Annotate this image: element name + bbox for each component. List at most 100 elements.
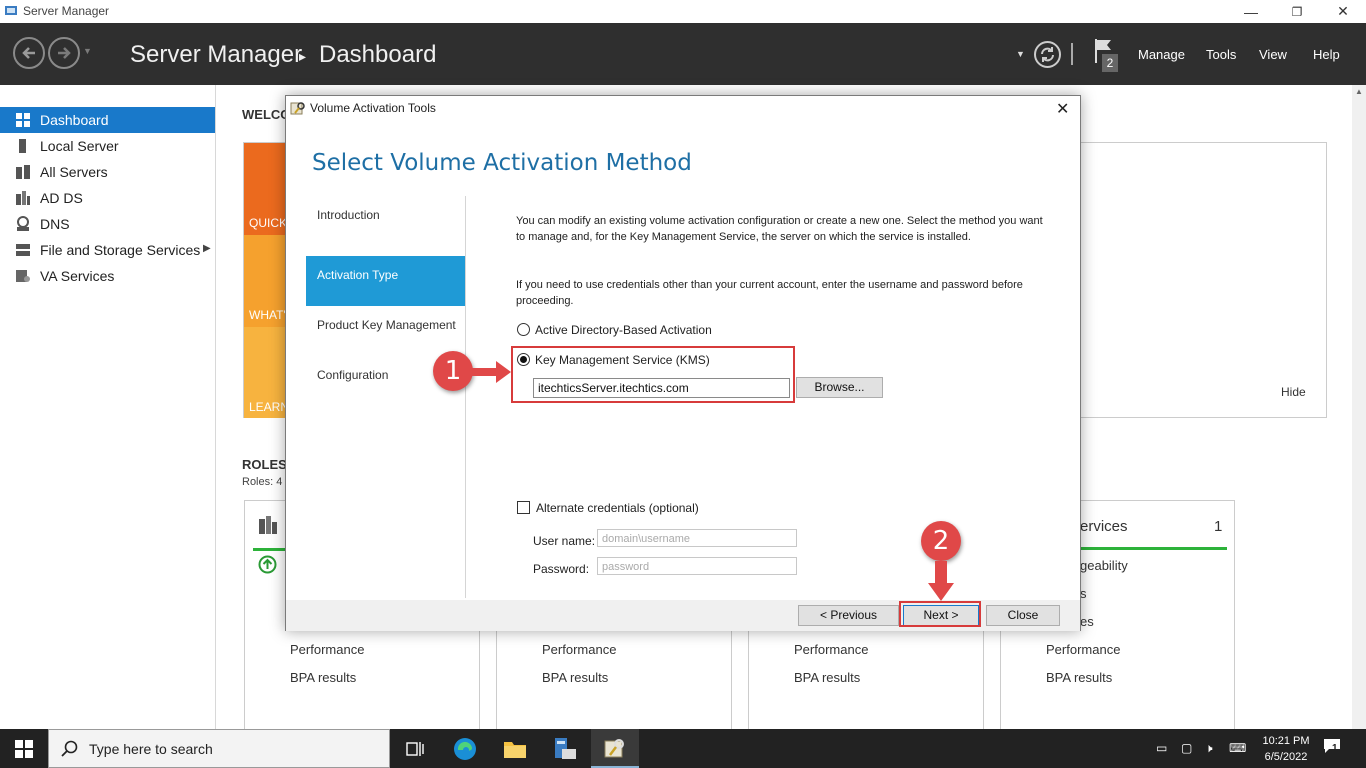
card-manageability[interactable]: geability	[1080, 558, 1128, 573]
roles-subtitle: Roles: 4	[242, 476, 283, 488]
va-icon	[16, 270, 30, 282]
history-dropdown-icon[interactable]: ▼	[83, 46, 92, 56]
browse-button[interactable]: Browse...	[796, 377, 883, 398]
ad-ds-icon	[259, 516, 277, 534]
username-label: User name:	[533, 534, 596, 548]
close-window-button[interactable]: ✕	[1320, 0, 1366, 23]
card-performance[interactable]: Performance	[794, 642, 868, 657]
learn-more-tile[interactable]: LEARN	[244, 327, 290, 418]
card-bpa-results[interactable]: BPA results	[290, 670, 356, 685]
menu-tools[interactable]: Tools	[1206, 47, 1236, 62]
menu-view[interactable]: View	[1259, 47, 1287, 62]
dialog-title: Volume Activation Tools	[310, 101, 436, 115]
restore-button[interactable]: ❐	[1274, 0, 1320, 23]
alternate-credentials-label[interactable]: Alternate credentials (optional)	[536, 501, 699, 515]
edge-button[interactable]	[441, 729, 489, 768]
ad-activation-label[interactable]: Active Directory-Based Activation	[535, 323, 712, 337]
file-explorer-button[interactable]	[491, 729, 539, 768]
card-services[interactable]: es	[1080, 614, 1094, 629]
header-dropdown-icon[interactable]: ▼	[1016, 49, 1025, 59]
notification-center-icon[interactable]: 1	[1323, 738, 1345, 758]
menu-help[interactable]: Help	[1313, 47, 1340, 62]
ad-icon	[16, 191, 30, 205]
server-icon	[19, 139, 26, 153]
dialog-heading: Select Volume Activation Method	[312, 150, 692, 176]
card-performance[interactable]: Performance	[290, 642, 364, 657]
expand-arrow-icon[interactable]: ▶	[203, 243, 211, 254]
network-tray-icon[interactable]: ▭	[1156, 741, 1167, 755]
system-tray-icon[interactable]: ⌨	[1229, 741, 1246, 755]
volume-activation-taskbar-button[interactable]	[591, 729, 639, 768]
card-bpa-results[interactable]: BPA results	[542, 670, 608, 685]
taskbar-search[interactable]: Type here to search	[48, 729, 390, 768]
start-button[interactable]	[0, 729, 48, 768]
refresh-icon[interactable]	[1034, 41, 1061, 68]
roles-title: ROLES	[242, 457, 287, 472]
sidebar-item-label: VA Services	[40, 268, 115, 284]
edge-icon	[454, 737, 476, 760]
step-introduction[interactable]: Introduction	[306, 196, 466, 246]
sidebar-item-local-server[interactable]: Local Server	[0, 133, 215, 159]
kms-highlight-box	[511, 346, 795, 403]
step-product-key-management[interactable]: Product Key Management	[306, 306, 466, 356]
breadcrumb-separator-icon: ▸	[299, 48, 307, 64]
welcome-title: WELCO	[242, 107, 291, 122]
breadcrumb-page: Dashboard	[319, 41, 437, 68]
tile-label: WHAT'	[249, 308, 286, 322]
menu-manage[interactable]: Manage	[1138, 47, 1185, 62]
servers-icon	[16, 165, 30, 179]
main-scrollbar[interactable]: ▲	[1352, 85, 1366, 729]
sidebar-item-file-storage[interactable]: File and Storage Services ▶	[0, 237, 215, 263]
clock-date: 6/5/2022	[1264, 751, 1308, 763]
sidebar-item-va-services[interactable]: VA Services	[0, 263, 215, 289]
card-bpa-results[interactable]: BPA results	[794, 670, 860, 685]
whats-new-tile[interactable]: WHAT'	[244, 235, 286, 327]
alternate-credentials-checkbox[interactable]	[517, 501, 530, 514]
activation-tool-icon	[604, 738, 624, 757]
sidebar-item-dashboard[interactable]: Dashboard	[0, 107, 215, 133]
card-performance[interactable]: Performance	[542, 642, 616, 657]
window-title: Server Manager	[23, 4, 110, 18]
forward-arrow-icon	[58, 47, 71, 59]
sidebar-item-label: DNS	[40, 216, 70, 232]
status-ok-icon	[258, 555, 277, 574]
step-activation-type[interactable]: Activation Type	[306, 256, 466, 306]
sidebar-item-label: Dashboard	[40, 112, 109, 128]
taskbar: Type here to search ▭ ▢ 🕨 ⌨ 10:21 PM 6/5…	[0, 729, 1366, 768]
sidebar: Dashboard Local Server All Servers AD DS…	[0, 85, 216, 729]
close-button[interactable]: Close	[986, 605, 1060, 626]
previous-button[interactable]: < Previous	[798, 605, 899, 626]
notification-count: 1	[1332, 743, 1338, 754]
sidebar-item-label: All Servers	[40, 164, 108, 180]
scroll-up-icon[interactable]: ▲	[1355, 87, 1363, 96]
minimize-button[interactable]: —	[1228, 0, 1274, 23]
volume-muted-icon[interactable]: 🕨	[1205, 741, 1213, 756]
password-input[interactable]: password	[597, 557, 797, 575]
notifications-flag-icon[interactable]: 2	[1093, 37, 1125, 73]
notification-count-badge: 2	[1102, 54, 1118, 72]
username-input[interactable]: domain\username	[597, 529, 797, 547]
forward-button[interactable]	[48, 37, 80, 69]
tile-label: LEARN	[249, 400, 290, 414]
back-arrow-icon	[22, 47, 35, 59]
sidebar-item-all-servers[interactable]: All Servers	[0, 159, 215, 185]
step-label: Configuration	[317, 368, 389, 382]
step-1-badge: 1	[433, 351, 473, 391]
step-2-badge: 2	[921, 521, 961, 561]
radio-ad-activation[interactable]	[517, 323, 530, 336]
storage-icon	[16, 244, 30, 256]
quick-start-tile[interactable]: QUICK	[244, 143, 287, 235]
sidebar-item-dns[interactable]: DNS	[0, 211, 215, 237]
annotation-arrow-right-icon	[472, 361, 511, 383]
back-button[interactable]	[13, 37, 45, 69]
clock[interactable]: 10:21 PM 6/5/2022	[1256, 733, 1316, 765]
sidebar-item-ad-ds[interactable]: AD DS	[0, 185, 215, 211]
display-tray-icon[interactable]: ▢	[1181, 741, 1192, 755]
task-view-button[interactable]	[391, 729, 439, 768]
card-performance[interactable]: Performance	[1046, 642, 1120, 657]
dialog-close-icon[interactable]: ✕	[1056, 99, 1069, 119]
sidebar-item-label: Local Server	[40, 138, 119, 154]
server-manager-taskbar-button[interactable]	[541, 729, 589, 768]
hide-link[interactable]: Hide	[1281, 385, 1306, 399]
card-bpa-results[interactable]: BPA results	[1046, 670, 1112, 685]
